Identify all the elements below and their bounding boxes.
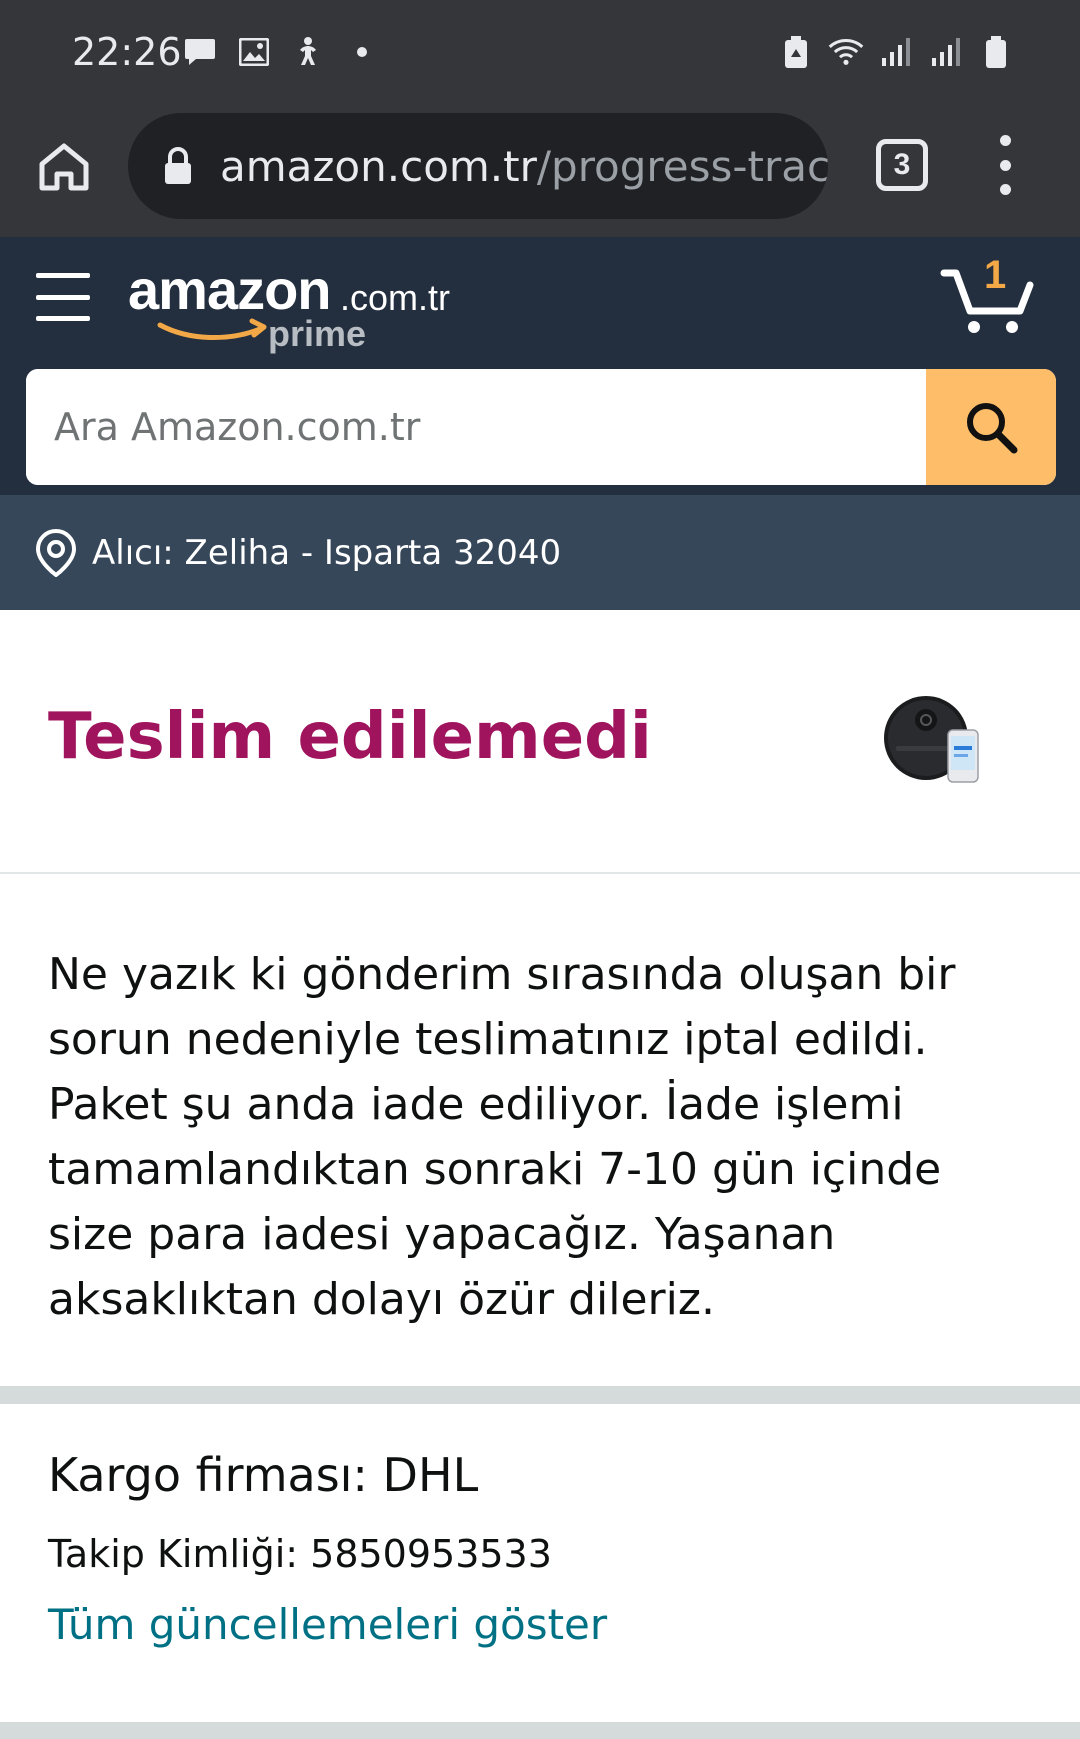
more-notifications-dot-icon [344,34,380,70]
home-icon [39,143,89,191]
lock-icon [165,147,191,184]
site-header: amazon .com.tr prime 1 [0,237,1080,495]
show-all-updates-link[interactable]: Tüm güncellemeleri göster [48,1600,607,1649]
hamburger-line [36,294,90,300]
search-icon [967,403,1018,454]
message-section: Ne yazık ki gönderim sırasında oluşan bi… [0,876,1080,1386]
amazon-prime-logo[interactable]: amazon .com.tr prime [128,257,468,357]
browser-menu-button[interactable] [990,135,1020,195]
url-domain: amazon.com.tr [220,141,537,191]
search-button[interactable] [926,369,1056,485]
cart-count-badge: 1 [984,253,1007,297]
url-path: /progress-trac [536,141,828,191]
cart-button[interactable]: 1 [940,253,1036,339]
browser-toolbar: amazon.com.tr/progress-trac 3 [0,105,1080,237]
gallery-notification-icon [236,34,272,70]
smile-arrow-icon [157,318,267,341]
battery-icon [978,34,1014,70]
notification-icons [182,34,380,70]
address-bar[interactable]: amazon.com.tr/progress-trac [128,113,828,219]
cancellation-message: Ne yazık ki gönderim sırasında oluşan bi… [48,949,956,1325]
home-button[interactable] [32,135,96,199]
signal-strength-2-icon [928,34,964,70]
carrier-name: Kargo firması: DHL [48,1448,479,1502]
shipment-status-section: Teslim edilemedi [0,610,1080,874]
battery-saver-icon [778,34,814,70]
search-input[interactable] [26,369,926,485]
url-text: amazon.com.tr/progress-trac [220,142,828,191]
product-thumbnail[interactable] [880,690,990,790]
section-divider [0,1386,1080,1404]
signal-strength-1-icon [878,34,914,70]
hamburger-line [36,273,90,278]
system-status-bar: 22:26 [0,0,1080,105]
menu-dot [999,159,1011,171]
tab-switcher-button[interactable]: 3 [876,139,928,191]
tracking-id: Takip Kimliği: 5850953533 [48,1532,552,1576]
system-icons [778,34,1014,70]
page-title: Teslim edilemedi [48,700,652,774]
search-bar [26,369,1056,485]
location-pin-icon [35,528,77,577]
wifi-icon [828,34,864,70]
delivery-address-text: Alıcı: Zeliha - Isparta 32040 [92,532,562,573]
hamburger-line [36,316,90,321]
carrier-section: Kargo firması: DHL Takip Kimliği: 585095… [0,1404,1080,1722]
menu-dot [999,135,1011,146]
message-notification-icon [182,34,218,70]
menu-dot [999,184,1011,195]
section-divider [0,1722,1080,1739]
accessibility-notification-icon [290,34,326,70]
status-time: 22:26 [72,30,182,74]
hamburger-menu-button[interactable] [36,273,90,321]
logo-prime-text: prime [268,313,367,354]
delivery-address-bar[interactable]: Alıcı: Zeliha - Isparta 32040 [0,495,1080,610]
